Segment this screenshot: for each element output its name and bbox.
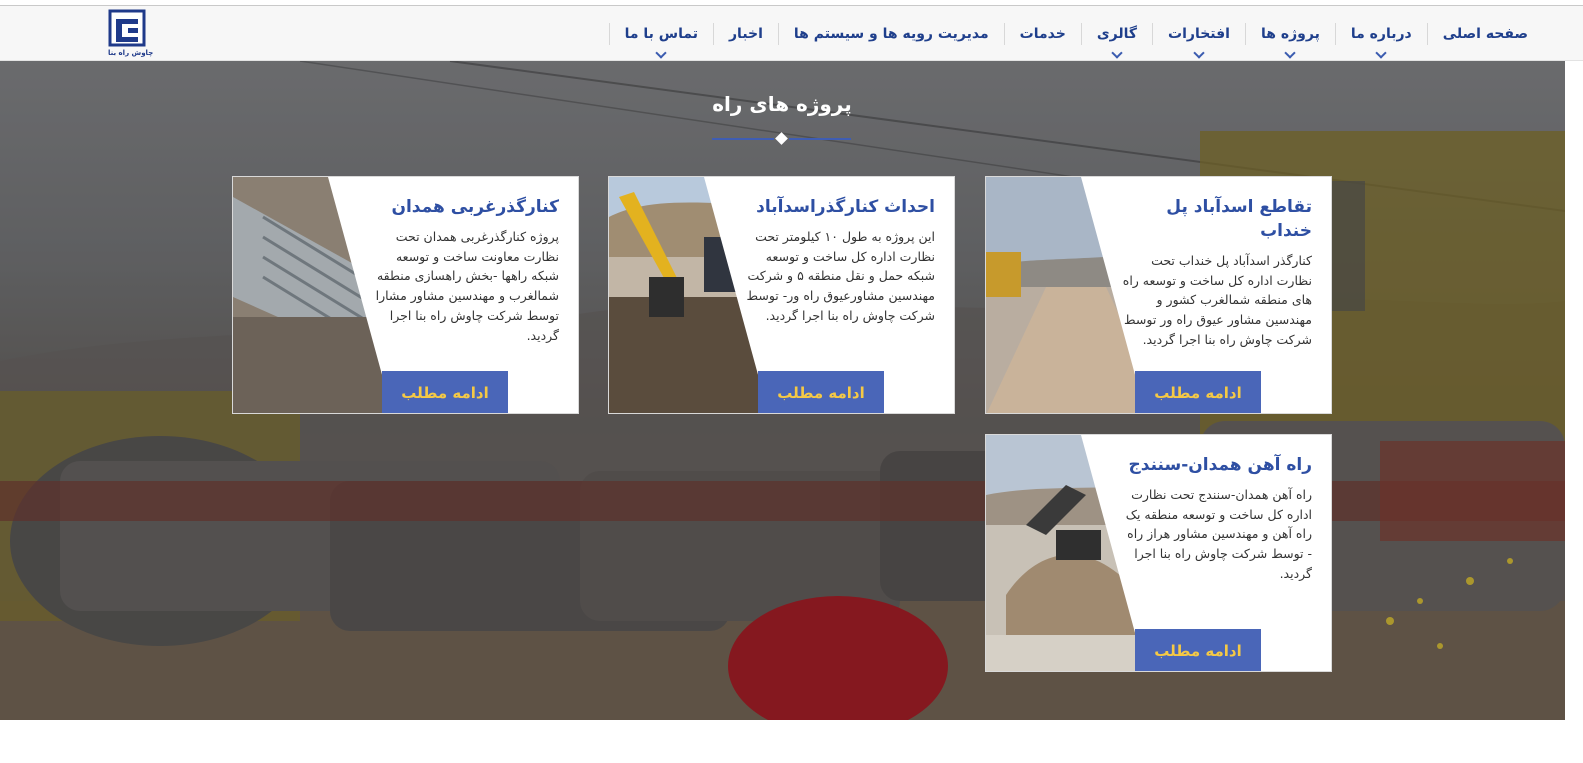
- nav-services[interactable]: خدمات: [1005, 22, 1081, 46]
- card-description: کنارگذر اسدآباد پل خنداب تحت نظارت اداره…: [1122, 253, 1312, 347]
- logo-mark-icon: [108, 9, 146, 47]
- card-description: این پروژه به طول ۱۰ کیلومتر تحت نظارت اد…: [746, 229, 935, 323]
- main-menu: صفحه اصلی درباره ما پروژه ها افتخارات گا…: [608, 6, 1543, 61]
- card-title[interactable]: کنارگذرغربی همدان: [369, 195, 559, 219]
- read-more-button[interactable]: ادامه مطلب: [1135, 629, 1261, 671]
- section-title: پروژه های راه: [712, 92, 852, 116]
- chevron-down-icon: [1375, 46, 1387, 59]
- card-title[interactable]: تقاطع اسدآباد پل خنداب: [1122, 195, 1312, 243]
- card-content: تقاطع اسدآباد پل خنداب کنارگذر اسدآباد پ…: [1122, 195, 1312, 350]
- nav-honors[interactable]: افتخارات: [1153, 22, 1245, 59]
- logo-caption: چاوش راه بنا: [108, 49, 154, 57]
- chevron-down-icon: [655, 46, 667, 59]
- nav-contact-label: تماس با ما: [624, 25, 698, 42]
- card-content: احداث کنارگذراسدآباد این پروژه به طول ۱۰…: [745, 195, 935, 326]
- company-logo[interactable]: چاوش راه بنا: [108, 9, 154, 61]
- read-more-button[interactable]: ادامه مطلب: [382, 371, 508, 413]
- page-bottom-area: [0, 720, 1583, 763]
- nav-honors-label: افتخارات: [1168, 25, 1230, 42]
- nav-projects-label: پروژه ها: [1261, 25, 1320, 42]
- nav-management-label: مدیریت رویه ها و سیستم ها: [793, 25, 989, 42]
- nav-projects[interactable]: پروژه ها: [1246, 22, 1335, 59]
- card-content: راه آهن همدان-سنندج راه آهن همدان-سنندج …: [1122, 453, 1312, 584]
- project-card: کنارگذرغربی همدان پروژه کنارگذرغربی همدا…: [232, 176, 579, 414]
- nav-about[interactable]: درباره ما: [1336, 22, 1427, 59]
- project-card: تقاطع اسدآباد پل خنداب کنارگذر اسدآباد پ…: [985, 176, 1332, 414]
- nav-gallery-label: گالری: [1096, 25, 1138, 42]
- read-more-button[interactable]: ادامه مطلب: [1135, 371, 1261, 413]
- nav-home[interactable]: صفحه اصلی: [1428, 22, 1543, 46]
- project-card: احداث کنارگذراسدآباد این پروژه به طول ۱۰…: [608, 176, 955, 414]
- nav-news[interactable]: اخبار: [714, 22, 778, 46]
- nav-gallery[interactable]: گالری: [1082, 22, 1152, 59]
- chevron-down-icon: [1193, 46, 1205, 59]
- card-description: پروژه کنارگذرغربی همدان تحت نظارت معاونت…: [375, 229, 559, 343]
- card-content: کنارگذرغربی همدان پروژه کنارگذرغربی همدا…: [369, 195, 559, 345]
- nav-about-label: درباره ما: [1350, 25, 1412, 42]
- nav-contact[interactable]: تماس با ما: [610, 22, 713, 59]
- title-divider-right: [789, 138, 851, 140]
- nav-management[interactable]: مدیریت رویه ها و سیستم ها: [779, 22, 1004, 46]
- chevron-down-icon: [1111, 46, 1123, 59]
- chevron-down-icon: [1284, 46, 1297, 59]
- card-description: راه آهن همدان-سنندج تحت نظارت اداره کل س…: [1125, 487, 1312, 581]
- nav-home-label: صفحه اصلی: [1442, 25, 1528, 42]
- nav-news-label: اخبار: [729, 25, 763, 42]
- nav-services-label: خدمات: [1019, 25, 1066, 42]
- navbar: چاوش راه بنا صفحه اصلی درباره ما پروژه ه…: [0, 6, 1583, 61]
- card-title[interactable]: راه آهن همدان-سنندج: [1122, 453, 1312, 477]
- card-title[interactable]: احداث کنارگذراسدآباد: [745, 195, 935, 219]
- read-more-button[interactable]: ادامه مطلب: [758, 371, 884, 413]
- project-card: راه آهن همدان-سنندج راه آهن همدان-سنندج …: [985, 434, 1332, 672]
- title-divider-left: [712, 138, 774, 140]
